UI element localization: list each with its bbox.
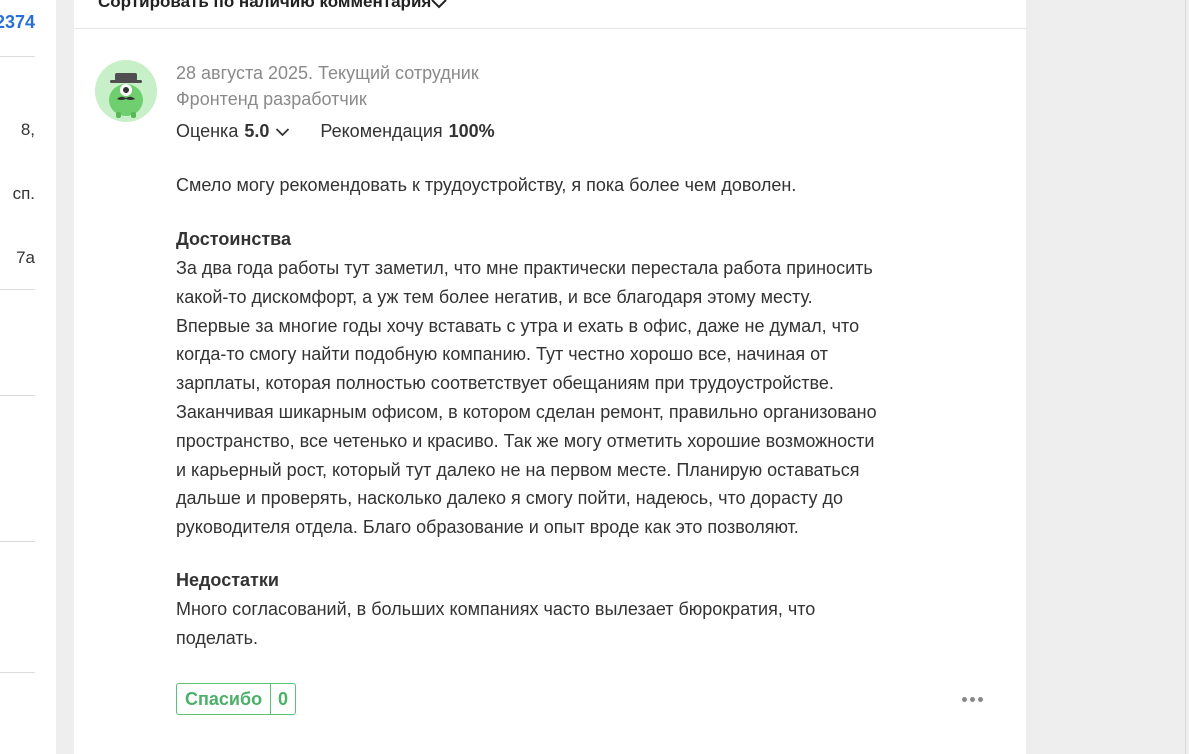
divider: [0, 56, 35, 57]
divider: [1185, 0, 1186, 754]
left-column-fragment: 7а: [16, 248, 35, 267]
divider: [0, 672, 35, 673]
review-card: Сортировать по наличию комментария 28 ав…: [74, 0, 1026, 754]
recommendation-label: Рекомендация: [320, 121, 443, 141]
review-position: Фронтенд разработчик: [176, 89, 367, 109]
divider: [0, 541, 35, 542]
avatar: [95, 60, 157, 122]
rating-value[interactable]: 5.0: [244, 121, 269, 142]
chevron-down-icon[interactable]: [430, 0, 448, 15]
thanks-count: 0: [278, 688, 289, 709]
review-summary: Смело могу рекомендовать к трудоустройст…: [176, 175, 797, 195]
review-date-status: 28 августа 2025. Текущий сотрудник: [176, 63, 479, 83]
sort-bar: Сортировать по наличию комментария: [74, 0, 1026, 29]
pros-text: За два года работы тут заметил, что мне …: [176, 258, 877, 538]
cons-text: Много согласований, в больших компаниях …: [176, 599, 816, 648]
pros-heading: Достоинства: [176, 229, 291, 249]
more-dots-icon[interactable]: [962, 697, 983, 702]
cons-heading: Недостатки: [176, 570, 279, 590]
divider: [0, 395, 35, 396]
left-column: 2374 8, сп. 7а: [0, 0, 56, 754]
rating-row: Оценка 5.0 Рекомендация 100%: [176, 121, 495, 142]
divider: [0, 289, 35, 290]
left-column-fragment: 8,: [20, 120, 35, 139]
left-column-number[interactable]: 2374: [0, 12, 35, 33]
chevron-down-icon[interactable]: [275, 127, 290, 137]
recommendation-value: 100%: [448, 121, 495, 141]
thanks-label[interactable]: Спасибо: [177, 684, 272, 714]
left-column-fragment: сп.: [12, 184, 35, 203]
thanks-button[interactable]: Спасибо 0: [176, 683, 296, 715]
sort-dropdown[interactable]: Сортировать по наличию комментария: [98, 0, 431, 12]
rating-label: Оценка: [176, 121, 239, 141]
